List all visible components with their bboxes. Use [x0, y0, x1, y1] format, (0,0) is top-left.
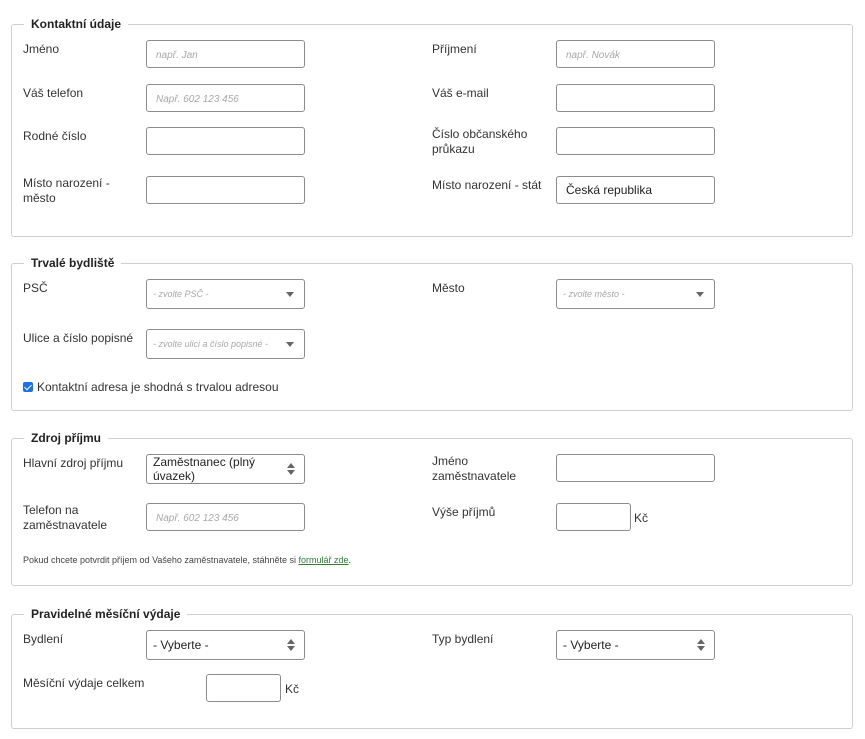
housing-type-label: Typ bydlení — [432, 632, 494, 646]
main-source-label: Hlavní zdroj příjmu — [23, 456, 124, 470]
id-card-input[interactable] — [556, 127, 715, 155]
birth-city-label-line2: město — [23, 191, 56, 205]
first-name-label: Jméno — [23, 42, 60, 56]
employer-phone-label-line1: Telefon na — [23, 503, 79, 517]
income-note-text: Pokud chcete potvrdit příjem od Vašeho z… — [23, 555, 299, 565]
employer-name-label: Jméno zaměstnavatele — [432, 454, 516, 484]
housing-select[interactable]: - Vyberte - — [146, 630, 305, 660]
section-title: Trvalé bydliště — [24, 255, 122, 271]
birth-number-input[interactable] — [146, 127, 305, 155]
zip-select[interactable]: - zvolte PSČ - — [146, 279, 305, 309]
last-name-label: Příjmení — [432, 42, 477, 56]
city-label: Město — [432, 281, 465, 295]
birth-city-label-line1: Místo narození - — [23, 176, 110, 190]
total-expenses-label: Měsíční výdaje celkem — [23, 676, 145, 690]
same-address-row: Kontaktní adresa je shodná s trvalou adr… — [23, 380, 279, 394]
housing-label: Bydlení — [23, 632, 64, 646]
sort-arrows-icon — [697, 639, 705, 651]
sort-arrows-icon — [287, 463, 295, 475]
zip-label: PSČ — [23, 281, 48, 295]
employer-name-label-line1: Jméno — [432, 454, 469, 468]
phone-input[interactable] — [146, 84, 305, 112]
street-select-placeholder: - zvolte ulici a číslo popisné - — [153, 339, 269, 349]
email-input[interactable] — [556, 84, 715, 112]
caret-down-icon — [696, 292, 704, 297]
email-label: Váš e-mail — [432, 86, 489, 100]
currency-label: Kč — [285, 682, 300, 696]
street-select[interactable]: - zvolte ulici a číslo popisné - — [146, 329, 305, 359]
caret-down-icon — [286, 292, 294, 297]
same-address-checkbox[interactable] — [23, 382, 33, 392]
housing-select-value: - Vyberte - — [153, 638, 209, 652]
income-note-end: . — [348, 555, 352, 565]
birth-city-label: Místo narození - město — [23, 176, 110, 206]
employer-phone-label: Telefon na zaměstnavatele — [23, 503, 107, 533]
id-card-label-line2: průkazu — [432, 142, 475, 156]
employer-name-input[interactable] — [556, 454, 715, 482]
phone-label: Váš telefon — [23, 86, 84, 100]
housing-type-select[interactable]: - Vyberte - — [556, 630, 715, 660]
birth-country-input[interactable] — [556, 176, 715, 204]
city-select[interactable]: - zvolte město - — [556, 279, 715, 309]
main-source-value: Zaměstnanec (plný úvazek) — [153, 455, 256, 483]
employer-phone-label-line2: zaměstnavatele — [23, 518, 108, 532]
section-title: Kontaktní údaje — [24, 16, 129, 32]
same-address-label[interactable]: Kontaktní adresa je shodná s trvalou adr… — [37, 380, 279, 394]
birth-city-input[interactable] — [146, 176, 305, 204]
currency-label: Kč — [634, 511, 649, 525]
birth-number-label: Rodné číslo — [23, 129, 87, 143]
last-name-input[interactable] — [556, 40, 715, 68]
employer-name-label-line2: zaměstnavatele — [432, 469, 517, 483]
caret-down-icon — [286, 342, 294, 347]
zip-select-placeholder: - zvolte PSČ - — [153, 289, 209, 299]
total-expenses-input[interactable] — [206, 674, 281, 702]
income-note: Pokud chcete potvrdit příjem od Vašeho z… — [23, 555, 351, 565]
section-title: Pravidelné měsíční výdaje — [24, 606, 188, 622]
download-form-link[interactable]: formulář zde — [299, 555, 349, 565]
employer-phone-input[interactable] — [146, 503, 305, 531]
main-source-select[interactable]: Zaměstnanec (plný úvazek) — [146, 454, 305, 484]
id-card-label-line1: Číslo občanského — [432, 127, 528, 141]
city-select-placeholder: - zvolte město - — [563, 289, 625, 299]
first-name-input[interactable] — [146, 40, 305, 68]
id-card-label: Číslo občanského průkazu — [432, 127, 527, 157]
income-amount-label: Výše příjmů — [432, 505, 496, 519]
street-label: Ulice a číslo popisné — [23, 331, 134, 345]
housing-type-select-value: - Vyberte - — [563, 638, 619, 652]
section-title: Zdroj příjmu — [24, 430, 108, 446]
birth-country-label: Místo narození - stát — [432, 178, 542, 192]
sort-arrows-icon — [287, 639, 295, 651]
income-amount-input[interactable] — [556, 503, 631, 531]
